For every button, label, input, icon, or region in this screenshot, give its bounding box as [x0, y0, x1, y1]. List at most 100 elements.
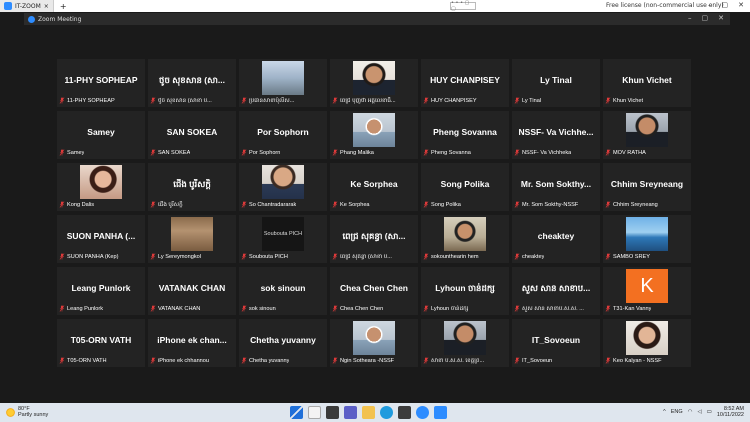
participant-tile[interactable]: Kong Dalis [57, 163, 145, 211]
participant-name-label: SUON PANHA (Kep) [59, 252, 143, 261]
participant-tile[interactable]: iPhone ek chan... iPhone ek chhannou [148, 319, 236, 367]
file-explorer-icon[interactable] [362, 406, 375, 419]
mic-muted-icon [423, 357, 429, 364]
search-icon[interactable] [308, 406, 321, 419]
participant-name-label: Lyhoun ចាន់ដក្ស [423, 304, 507, 313]
participant-tile[interactable]: Por Sophorn Por Sophorn [239, 111, 327, 159]
participant-tile[interactable]: Pheng Sovanna Pheng Sovanna [421, 111, 509, 159]
zoom-maximize-icon[interactable]: ▢ [702, 14, 709, 22]
mic-muted-icon [423, 149, 429, 156]
participant-name-label: Phang Malika [332, 148, 416, 157]
participant-tile[interactable]: VATANAK CHAN VATANAK CHAN [148, 267, 236, 315]
zoom-minimize-icon[interactable]: – [688, 14, 692, 22]
participant-display-name: SUON PANHA (... [66, 231, 136, 241]
participant-video [171, 217, 213, 251]
zoom-meeting-icon[interactable] [434, 406, 447, 419]
participant-tile[interactable]: K T31-Kan Vanny [603, 267, 691, 315]
participant-tile[interactable]: សាខា ប.ស.ស. ខេត្តព្រ... [421, 319, 509, 367]
mic-muted-icon [150, 357, 156, 364]
participant-tile[interactable]: Lyhoun ចាន់ដក្ស Lyhoun ចាន់ដក្ស [421, 267, 509, 315]
zoom-titlebar: Zoom Meeting – ▢ ✕ [24, 13, 730, 25]
participant-name: ថូច សុខសាន (សាខា ប... [158, 97, 212, 104]
edge-icon[interactable] [380, 406, 393, 419]
participant-tile[interactable]: MOV RATHA [603, 111, 691, 159]
gallery-view: 11-PHY SOPHEAP 11-PHY SOPHEAP ថូច សុខសាន (… [24, 25, 730, 403]
chevron-up-icon[interactable]: ^ [663, 409, 666, 415]
clock[interactable]: 8:52 AM 10/11/2022 [717, 406, 744, 418]
close-icon[interactable]: × [44, 3, 49, 10]
participant-tile[interactable]: Samey Samey [57, 111, 145, 159]
start-icon[interactable] [290, 406, 303, 419]
close-window-icon[interactable]: ✕ [738, 1, 744, 9]
participant-tile[interactable]: Chetha yuvanny Chetha yuvanny [239, 319, 327, 367]
participant-tile[interactable]: ប្រធានសាខាប៉ុលិស... [239, 59, 327, 107]
store-icon[interactable] [398, 406, 411, 419]
participant-tile[interactable]: Ly Tinal Ly Tinal [512, 59, 600, 107]
participant-tile[interactable]: Song Polika Song Polika [421, 163, 509, 211]
mic-muted-icon [150, 305, 156, 312]
participant-tile[interactable]: Mr. Som Sokthy... Mr. Som Sokthy-NSSF [512, 163, 600, 211]
participant-tile[interactable]: ពេជ្រ សុគន្ធា (សា... ពេជ្រ សុគន្ធា (សាខា … [330, 215, 418, 263]
browser-tab[interactable]: IT-ZOOM × [0, 0, 54, 12]
chat-icon[interactable] [344, 406, 357, 419]
mic-muted-icon [605, 305, 611, 312]
participant-tile[interactable]: cheaktey cheaktey [512, 215, 600, 263]
participant-name: sok sinoun [249, 305, 276, 312]
participant-tile[interactable]: Soubouta PICH Soubouta PICH [239, 215, 327, 263]
participant-name-label: cheaktey [514, 252, 598, 261]
zoom-app-icon[interactable] [416, 406, 429, 419]
participant-name: Kong Dalis [67, 201, 95, 208]
task-view-icon[interactable] [326, 406, 339, 419]
mic-muted-icon [605, 201, 611, 208]
participant-tile[interactable]: T05-ORN VATH T05-ORN VATH [57, 319, 145, 367]
language-indicator[interactable]: ENG [671, 409, 683, 415]
participant-tile[interactable]: HUY CHANPISEY HUY CHANPISEY [421, 59, 509, 107]
speaker-icon[interactable]: ◁ [697, 409, 701, 415]
participant-tile[interactable]: 11-PHY SOPHEAP 11-PHY SOPHEAP [57, 59, 145, 107]
participant-tile[interactable]: Khun Vichet Khun Vichet [603, 59, 691, 107]
participant-name-label: So Chantradararak [241, 200, 325, 209]
mic-muted-icon [332, 253, 338, 260]
participant-tile[interactable]: Phang Malika [330, 111, 418, 159]
participant-tile[interactable]: ពេជ្រ បុញថា អគ្គលេខាធិ... [330, 59, 418, 107]
participant-name-label: NSSF- Va Vichheka [514, 148, 598, 157]
participant-tile[interactable]: IT_Sovoeun IT_Sovoeun [512, 319, 600, 367]
participant-tile[interactable]: SAMBO SREY [603, 215, 691, 263]
participant-tile[interactable]: So Chantradararak [239, 163, 327, 211]
tab-title: IT-ZOOM [15, 2, 41, 10]
participant-tile[interactable]: ថូច សុខសាន (សា... ថូច សុខសាន (សាខា ប... [148, 59, 236, 107]
participant-tile[interactable]: សួស សាន សាខាប... សួស សាន សាខាប.ស.ស. ... [512, 267, 600, 315]
participant-display-name: Mr. Som Sokthy... [520, 179, 592, 189]
weather-widget[interactable]: 80°F Partly sunny [6, 406, 48, 418]
participant-name: សាខា ប.ស.ស. ខេត្តព្រ... [431, 357, 485, 364]
participant-tile[interactable]: Ngin Sotheara -NSSF [330, 319, 418, 367]
battery-icon[interactable]: ▭ [707, 409, 712, 415]
mic-muted-icon [423, 97, 429, 104]
maximize-icon[interactable]: ▢ [722, 1, 729, 9]
participant-tile[interactable]: ជើង បូរីសក្តិ ជើង បូរីសក្តិ [148, 163, 236, 211]
participant-name: cheaktey [522, 253, 545, 260]
participant-name-label: ពេជ្រ បុញថា អគ្គលេខាធិ... [332, 96, 416, 105]
participant-video [80, 165, 122, 199]
participant-tile[interactable]: SUON PANHA (... SUON PANHA (Kep) [57, 215, 145, 263]
participant-tile[interactable]: Ke Sorphea Ke Sorphea [330, 163, 418, 211]
participant-tile[interactable]: Keo Kalyan - NSSF [603, 319, 691, 367]
participant-tile[interactable]: Leang Punlork Leang Punlork [57, 267, 145, 315]
mic-muted-icon [150, 201, 156, 208]
participant-name: T31-Kan Vanny [613, 305, 652, 312]
participant-tile[interactable]: sok sinoun sok sinoun [239, 267, 327, 315]
participant-name-label: Keo Kalyan - NSSF [605, 356, 689, 365]
participant-tile[interactable]: NSSF- Va Vichhe... NSSF- Va Vichheka [512, 111, 600, 159]
participant-tile[interactable]: SAN SOKEA SAN SOKEA [148, 111, 236, 159]
participant-name-label: ជើង បូរីសក្តិ [150, 200, 234, 209]
new-tab-button[interactable]: + [54, 2, 73, 11]
mic-muted-icon [332, 201, 338, 208]
participant-tile[interactable]: Ly Sereymongkol [148, 215, 236, 263]
wifi-icon[interactable]: ◠ [688, 409, 693, 415]
participant-tile[interactable]: Chhim Sreyneang Chhim Sreyneang [603, 163, 691, 211]
minimize-icon[interactable]: – [708, 1, 712, 9]
zoom-close-icon[interactable]: ✕ [718, 14, 724, 22]
participant-tile[interactable]: sokounthearin hem [421, 215, 509, 263]
participant-tile[interactable]: Chea Chen Chen Chea Chen Chen [330, 267, 418, 315]
participant-video [626, 321, 668, 355]
